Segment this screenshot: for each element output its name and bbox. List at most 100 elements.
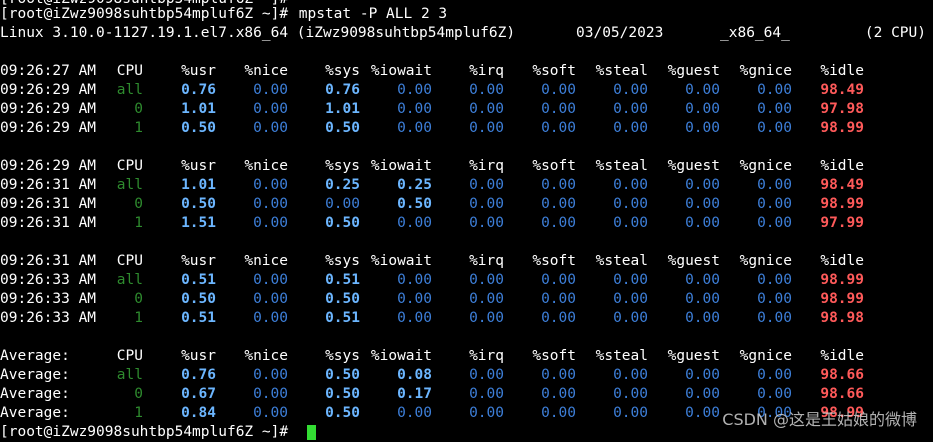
cell-guest: 0.00	[685, 196, 720, 212]
cell-guest: 0.00	[685, 82, 720, 98]
cell-idle: 97.99	[820, 215, 864, 231]
cell-soft: 0.00	[541, 386, 576, 402]
column-header: %guest	[667, 63, 720, 79]
cell-irq: 0.00	[469, 120, 504, 136]
cell-gnice: 0.00	[757, 367, 792, 383]
cell-idle: 98.98	[820, 310, 864, 326]
column-header: %soft	[532, 158, 576, 174]
cell-guest: 0.00	[685, 101, 720, 117]
cell-idle: 98.49	[820, 177, 864, 193]
row-time: Average:	[0, 405, 70, 421]
cell-irq: 0.00	[469, 405, 504, 421]
cell-iowait: 0.00	[397, 82, 432, 98]
cell-nice: 0.00	[253, 215, 288, 231]
cell-idle: 97.98	[820, 101, 864, 117]
cell-sys: 0.00	[325, 196, 360, 212]
column-header: CPU	[116, 348, 143, 364]
prompt-bottom: [root@iZwz9098suhtbp54mpluf6Z ~]#	[0, 424, 289, 440]
cell-irq: 0.00	[469, 215, 504, 231]
row-time: 09:26:31 AM	[0, 177, 97, 193]
column-header: %iowait	[370, 253, 432, 269]
row-time: 09:26:29 AM	[0, 82, 97, 98]
column-header: %gnice	[739, 253, 792, 269]
cell-iowait: 0.00	[397, 120, 432, 136]
cell-sys: 0.50	[325, 367, 360, 383]
terminal-window[interactable]: [root@iZwz9098suhtbp54mpluf6Z ~]# [root@i…	[0, 0, 933, 440]
cell-sys: 0.50	[325, 291, 360, 307]
cell-cpu: 0	[134, 196, 143, 212]
row-time: 09:26:29 AM	[0, 120, 97, 136]
cell-nice: 0.00	[253, 82, 288, 98]
cell-soft: 0.00	[541, 196, 576, 212]
cell-usr: 1.51	[181, 215, 216, 231]
cell-irq: 0.00	[469, 177, 504, 193]
cell-gnice: 0.00	[757, 101, 792, 117]
column-header: %idle	[820, 348, 864, 364]
cell-gnice: 0.00	[757, 196, 792, 212]
cell-guest: 0.00	[685, 291, 720, 307]
cell-nice: 0.00	[253, 367, 288, 383]
cell-cpu: all	[116, 82, 143, 98]
column-header: %iowait	[370, 158, 432, 174]
cell-soft: 0.00	[541, 367, 576, 383]
cell-soft: 0.00	[541, 405, 576, 421]
cell-usr: 0.50	[181, 196, 216, 212]
column-header: %guest	[667, 253, 720, 269]
cell-steal: 0.00	[613, 272, 648, 288]
cell-usr: 0.67	[181, 386, 216, 402]
header-time: 09:26:27 AM	[0, 63, 97, 79]
column-header: %steal	[595, 158, 648, 174]
column-header: %guest	[667, 348, 720, 364]
cell-idle: 98.66	[820, 367, 864, 383]
cell-nice: 0.00	[253, 310, 288, 326]
row-time: Average:	[0, 367, 70, 383]
column-header: %iowait	[370, 348, 432, 364]
cell-nice: 0.00	[253, 177, 288, 193]
column-header: %steal	[595, 348, 648, 364]
cell-steal: 0.00	[613, 101, 648, 117]
cell-cpu: all	[116, 272, 143, 288]
cell-usr: 0.76	[181, 367, 216, 383]
cell-steal: 0.00	[613, 177, 648, 193]
cell-irq: 0.00	[469, 291, 504, 307]
cell-cpu: 1	[134, 310, 143, 326]
cell-sys: 1.01	[325, 101, 360, 117]
column-header: %sys	[325, 253, 360, 269]
cell-guest: 0.00	[685, 310, 720, 326]
cell-irq: 0.00	[469, 196, 504, 212]
cell-gnice: 0.00	[757, 177, 792, 193]
cell-soft: 0.00	[541, 291, 576, 307]
row-time: 09:26:33 AM	[0, 272, 97, 288]
cell-irq: 0.00	[469, 272, 504, 288]
cell-guest: 0.00	[685, 367, 720, 383]
cell-sys: 0.51	[325, 310, 360, 326]
column-header: %idle	[820, 63, 864, 79]
column-header: %idle	[820, 158, 864, 174]
cell-iowait: 0.50	[397, 196, 432, 212]
column-header: %usr	[181, 63, 216, 79]
csdn-watermark: CSDN @这是王姑娘的微博	[722, 410, 917, 429]
cell-irq: 0.00	[469, 310, 504, 326]
stat-row: Average: 0 0.67 0.00 0.50 0.17 0.00 0.00 0.00 0.0…	[0, 385, 933, 404]
cell-steal: 0.00	[613, 405, 648, 421]
cell-iowait: 0.00	[397, 101, 432, 117]
block-header: 09:26:31 AM CPU %usr %nice %sys %iowait %irq %s…	[0, 252, 933, 271]
cell-idle: 98.99	[820, 120, 864, 136]
column-header: CPU	[116, 158, 143, 174]
column-header: %steal	[595, 253, 648, 269]
cell-cpu: all	[116, 177, 143, 193]
block-header: Average: CPU %usr %nice %sys %iowait %irq %soft…	[0, 347, 933, 366]
stat-row: 09:26:33 AM 1 0.51 0.00 0.51 0.00 0.00 0.00 0.00…	[0, 309, 933, 328]
column-header: %steal	[595, 63, 648, 79]
row-time: 09:26:31 AM	[0, 215, 97, 231]
cell-guest: 0.00	[685, 215, 720, 231]
cell-gnice: 0.00	[757, 291, 792, 307]
command-line: [root@iZwz9098suhtbp54mpluf6Z ~]# mpstat…	[0, 5, 933, 24]
cell-sys: 0.76	[325, 82, 360, 98]
column-header: %sys	[325, 63, 360, 79]
column-header: %nice	[244, 158, 288, 174]
column-header: %soft	[532, 253, 576, 269]
cell-nice: 0.00	[253, 120, 288, 136]
column-header: %gnice	[739, 63, 792, 79]
cell-steal: 0.00	[613, 215, 648, 231]
